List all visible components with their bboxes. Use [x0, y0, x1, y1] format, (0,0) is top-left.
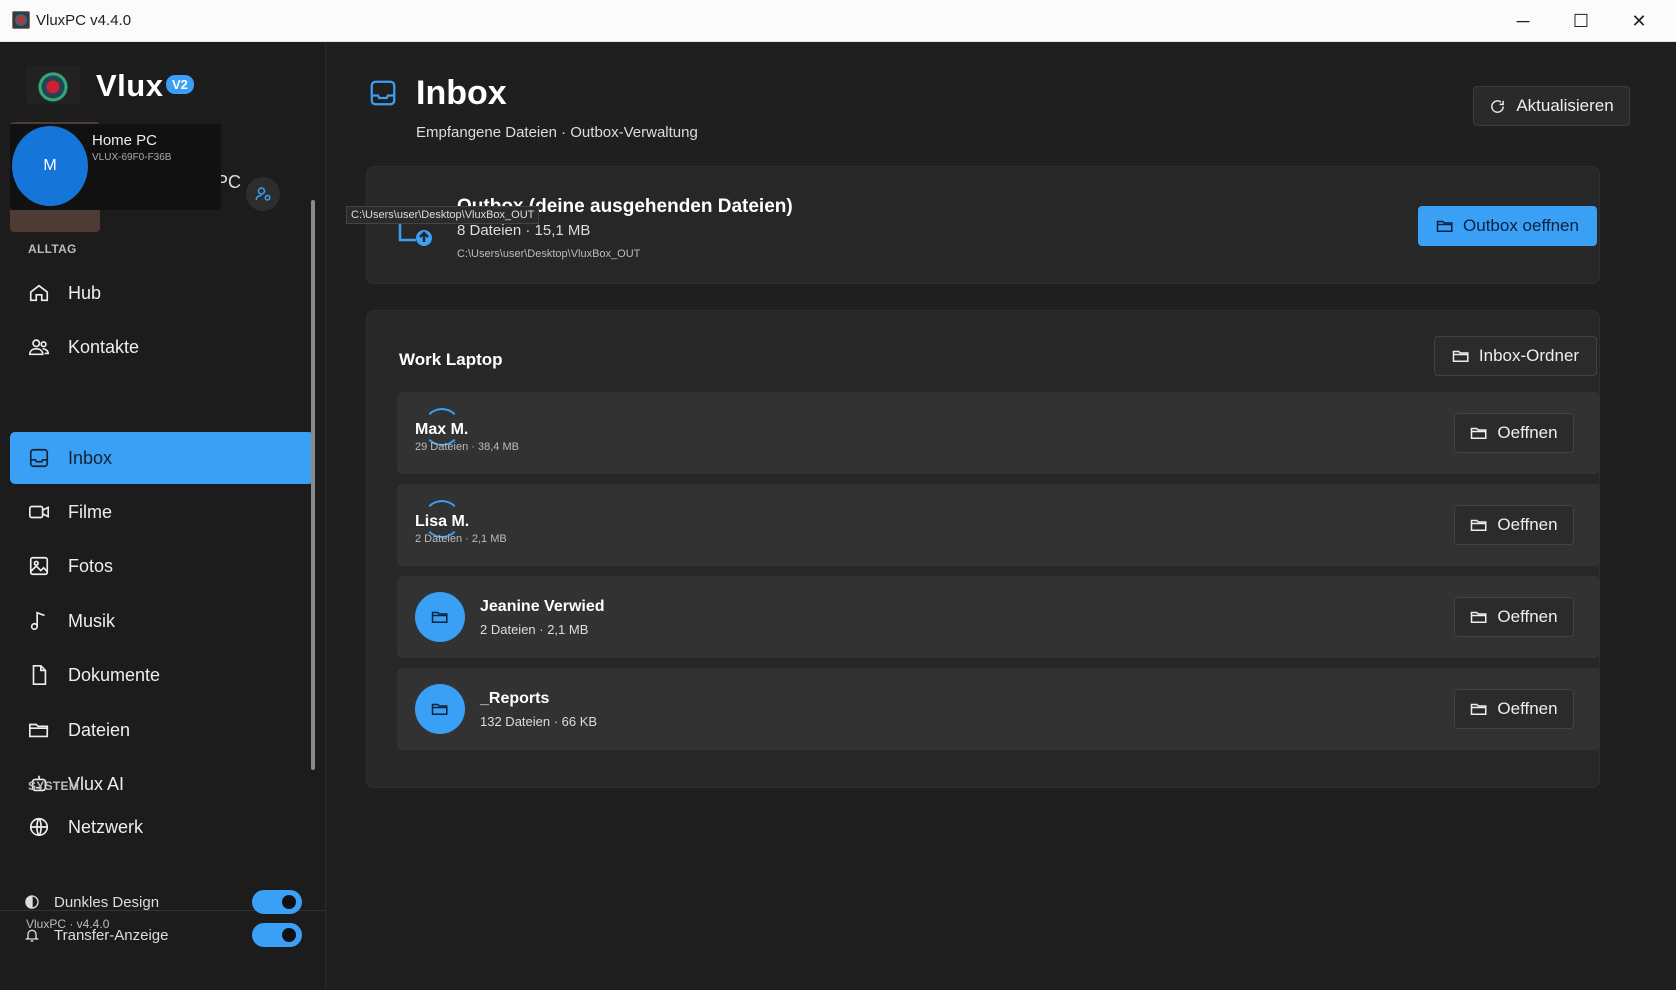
item-name: Lisa M. — [415, 513, 470, 530]
sidebar-item-filme[interactable]: Filme — [10, 487, 314, 537]
sidebar-item-fotos[interactable]: Fotos — [10, 541, 314, 591]
maximize-button[interactable]: ☐ — [1552, 0, 1610, 42]
transfer-switch[interactable] — [252, 923, 302, 947]
refresh-button[interactable]: Aktualisieren — [1473, 86, 1630, 126]
title-bar: VluxPC v4.4.0 ─ ☐ ✕ — [0, 0, 1676, 42]
image-icon — [28, 555, 50, 577]
open-label: Oeffnen — [1497, 515, 1558, 534]
popover-name: Home PC — [92, 132, 158, 149]
home-icon — [28, 282, 50, 304]
sidebar-item-inbox[interactable]: Inbox — [10, 432, 314, 484]
path-tooltip: C:\Users\user\Desktop\VluxBox_OUT — [346, 206, 540, 224]
folder-open-icon — [1470, 700, 1488, 718]
folder-open-icon — [1452, 347, 1470, 365]
inbox-icon — [28, 447, 50, 469]
list-item[interactable]: _Reports 132 Dateien · 66 KB Oeffnen — [397, 668, 1600, 750]
list-item[interactable]: Lisa M. 2 Dateien · 2,1 MB Oeffnen — [397, 484, 1600, 566]
folder-icon — [415, 684, 465, 734]
app-version: VluxPC · v4.4.0 — [26, 917, 110, 931]
contrast-icon — [22, 894, 42, 910]
inbox-header-icon — [368, 78, 398, 108]
toggle-row-dark-design: Dunkles Design — [22, 888, 312, 916]
document-icon — [28, 664, 50, 686]
item-name: Max M. — [415, 421, 469, 438]
outbox-path: C:\Users\user\Desktop\VluxBox_OUT — [457, 248, 641, 260]
users-icon — [28, 336, 50, 358]
music-icon — [28, 610, 50, 632]
item-meta: 132 Dateien · 66 KB — [480, 714, 598, 729]
vlux-logo — [26, 66, 80, 104]
open-outbox-label: Outbox oeffnen — [1463, 216, 1579, 235]
toggle-label: Dunkles Design — [54, 893, 160, 911]
sidebar-item-label: Filme — [68, 501, 112, 522]
section-daily: ALLTAG — [28, 242, 77, 256]
sidebar-item-label: Kontakte — [68, 336, 140, 357]
version-badge: V2 — [166, 75, 194, 94]
item-meta: 2 Dateien · 2,1 MB — [415, 533, 507, 545]
folder-open-icon — [1470, 424, 1488, 442]
user-sync-icon — [255, 187, 271, 201]
sidebar-item-label: Fotos — [68, 555, 114, 576]
minimize-button[interactable]: ─ — [1494, 0, 1552, 42]
profile-popover: M Home PC VLUX-69F0-F36B — [10, 124, 221, 210]
sidebar-item-label: Dokumente — [68, 664, 161, 685]
sidebar-item-label: Inbox — [68, 447, 113, 468]
sidebar-item-hub[interactable]: Hub — [10, 268, 314, 318]
folder-open-icon — [1470, 608, 1488, 626]
open-label: Oeffnen — [1497, 699, 1558, 718]
open-outbox-button[interactable]: Outbox oeffnen — [1418, 206, 1597, 246]
sidebar-item-label: Musik — [68, 610, 116, 631]
open-button[interactable]: Oeffnen — [1454, 597, 1574, 637]
sidebar-item-netzwerk[interactable]: Netzwerk — [10, 802, 314, 852]
page-title: Inbox — [416, 74, 507, 112]
sidebar-item-musik[interactable]: Musik — [10, 596, 314, 646]
inbox-folder-button[interactable]: Inbox-Ordner — [1434, 336, 1597, 376]
sidebar-item-kontakte[interactable]: Kontakte — [10, 322, 314, 372]
avatar[interactable]: M — [12, 126, 88, 206]
open-button[interactable]: Oeffnen — [1454, 505, 1574, 545]
open-button[interactable]: Oeffnen — [1454, 413, 1574, 453]
outbox-count: 8 Dateien · 15,1 MB — [457, 222, 591, 239]
section-system: SYSTEM — [28, 779, 80, 793]
open-label: Oeffnen — [1497, 607, 1558, 626]
open-label: Oeffnen — [1497, 423, 1558, 442]
item-meta: 29 Dateien · 38,4 MB — [415, 441, 519, 453]
item-meta: 2 Dateien · 2,1 MB — [480, 622, 589, 637]
dark-design-switch[interactable] — [252, 890, 302, 914]
sidebar-item-dateien[interactable]: Dateien — [10, 705, 314, 755]
sidebar-item-label: Netzwerk — [68, 816, 144, 837]
sidebar-item-label: Hub — [68, 282, 102, 303]
sidebar-scrollbar[interactable] — [311, 200, 315, 770]
folder-open-icon — [1436, 217, 1454, 235]
inbox-folder-label: Inbox-Ordner — [1478, 346, 1580, 365]
video-icon — [28, 501, 50, 523]
brand-name: Vlux — [96, 68, 164, 103]
popover-id: VLUX-69F0-F36B — [92, 152, 172, 163]
item-name: _Reports — [480, 690, 550, 707]
contact-button[interactable] — [246, 177, 280, 211]
close-button[interactable]: ✕ — [1610, 0, 1668, 42]
sidebar-item-label: Dateien — [68, 719, 131, 740]
window-title: VluxPC v4.4.0 — [36, 12, 132, 29]
folder-icon — [415, 592, 465, 642]
item-name: Jeanine Verwied — [480, 598, 605, 615]
open-button[interactable]: Oeffnen — [1454, 689, 1574, 729]
list-item[interactable]: Jeanine Verwied 2 Dateien · 2,1 MB Oeffn… — [397, 576, 1600, 658]
app-icon — [12, 11, 30, 29]
folder-open-icon — [1470, 516, 1488, 534]
page-subtitle: Empfangene Dateien · Outbox-Verwaltung — [416, 124, 698, 141]
globe-icon — [28, 816, 50, 838]
list-item[interactable]: Max M. 29 Dateien · 38,4 MB Oeffnen — [397, 392, 1600, 474]
app-window: VluxPC v4.4.0 ─ ☐ ✕ Vlux V2 PC ALLTAG Hu… — [0, 0, 1676, 990]
sidebar-item-dokumente[interactable]: Dokumente — [10, 650, 314, 700]
refresh-icon — [1489, 98, 1506, 115]
folder-icon — [28, 719, 50, 741]
group-title: Work Laptop — [399, 350, 503, 369]
refresh-label: Aktualisieren — [1516, 96, 1614, 115]
